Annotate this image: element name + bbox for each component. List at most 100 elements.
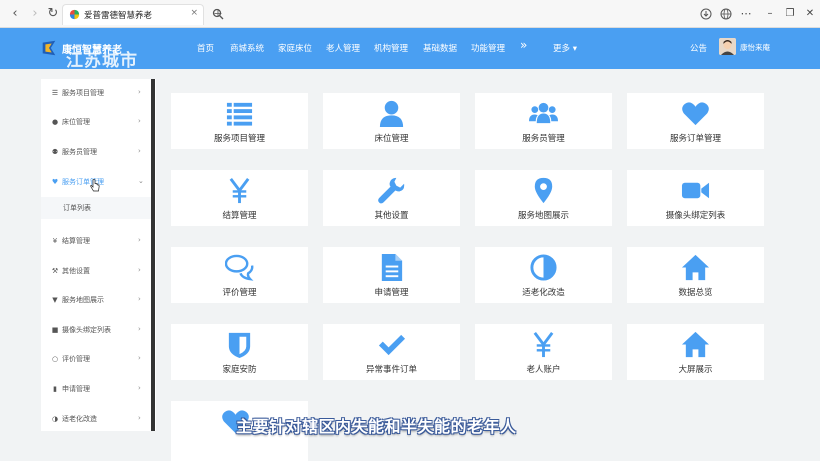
watermark-text: 江苏城市 bbox=[66, 51, 138, 71]
sidebar-item-label: 服务地图展示 bbox=[62, 296, 104, 304]
nav-function[interactable]: 功能管理 bbox=[471, 42, 505, 54]
sidebar-item-label: 摄像头绑定列表 bbox=[62, 326, 111, 334]
tile-data-overview[interactable]: 数据总览 bbox=[627, 247, 764, 303]
sidebar-item-label: 评价管理 bbox=[62, 355, 90, 363]
username[interactable]: 康怡来庵 bbox=[740, 42, 770, 53]
browser-tab[interactable]: 爱普雷德智慧养老 × bbox=[62, 4, 204, 25]
tile-big-screen[interactable]: 大屏展示 bbox=[627, 324, 764, 380]
sidebar: ☰ 服务项目管理 › ● 床位管理 › ⚉ 服务员管理 › ♥ 服务订单管理 ⌄… bbox=[41, 79, 156, 431]
tile-camera[interactable]: 摄像头绑定列表 bbox=[627, 170, 764, 226]
video-camera-icon bbox=[681, 182, 710, 199]
tile-application[interactable]: 申请管理 bbox=[323, 247, 460, 303]
home-icon bbox=[681, 331, 710, 358]
nav-base-data[interactable]: 基础数据 bbox=[423, 42, 457, 54]
notice-link[interactable]: 公告 bbox=[690, 42, 707, 54]
sidebar-item-label: 其他设置 bbox=[62, 267, 90, 275]
sidebar-item-camera[interactable]: ■ 摄像头绑定列表 › bbox=[41, 316, 151, 345]
sidebar-item-label: 结算管理 bbox=[62, 237, 90, 245]
forward-icon[interactable]: › bbox=[26, 5, 44, 23]
tile-label: 大屏展示 bbox=[678, 365, 713, 375]
browser-toolbar: ‹ › ↻ 爱普雷德智慧养老 × + ⋯ – ❐ ✕ bbox=[0, 0, 820, 28]
tile-aging-renovation[interactable]: 适老化改造 bbox=[475, 247, 612, 303]
sidebar-item-application[interactable]: ▮ 申请管理 › bbox=[41, 375, 151, 404]
tile-staff[interactable]: 服务员管理 bbox=[475, 93, 612, 149]
video-caption: 主要针对辖区内失能和半失能的老年人 bbox=[236, 417, 517, 436]
tab-title: 爱普雷德智慧养老 bbox=[84, 11, 153, 21]
download-icon[interactable] bbox=[698, 6, 714, 22]
search-icon[interactable] bbox=[212, 8, 224, 20]
tile-elder-account[interactable]: 老人账户 bbox=[475, 324, 612, 380]
nav-elder[interactable]: 老人管理 bbox=[326, 42, 360, 54]
sidebar-item-review[interactable]: ○ 评价管理 › bbox=[41, 345, 151, 374]
tile-label: 摄像头绑定列表 bbox=[665, 211, 726, 221]
hand-cursor-icon bbox=[90, 179, 100, 192]
tile-orders[interactable]: 服务订单管理 bbox=[627, 93, 764, 149]
tile-label: 床位管理 bbox=[374, 134, 409, 144]
tile-label: 数据总览 bbox=[678, 288, 713, 298]
nav-family-bed[interactable]: 家庭床位 bbox=[278, 42, 312, 54]
minimize-icon[interactable]: – bbox=[762, 6, 778, 22]
sidebar-item-service-map[interactable]: ▼ 服务地图展示 › bbox=[41, 286, 151, 315]
tile-label: 评价管理 bbox=[222, 288, 257, 298]
tile-label: 异常事件订单 bbox=[365, 365, 417, 375]
reload-icon[interactable]: ↻ bbox=[44, 5, 62, 23]
chevron-right-icon: › bbox=[138, 147, 141, 155]
tab-close-icon[interactable]: × bbox=[190, 8, 198, 18]
chevron-right-icon: › bbox=[138, 354, 141, 362]
chevron-right-icon: › bbox=[138, 88, 141, 96]
document-icon: ▮ bbox=[53, 385, 57, 393]
tile-label: 结算管理 bbox=[222, 211, 257, 221]
sidebar-subitem-order-list[interactable]: 订单列表 bbox=[41, 197, 151, 219]
check-icon bbox=[378, 334, 406, 356]
back-icon[interactable]: ‹ bbox=[6, 5, 24, 23]
tile-service-map[interactable]: 服务地图展示 bbox=[475, 170, 612, 226]
tile-service-items[interactable]: 服务项目管理 bbox=[171, 93, 308, 149]
sidebar-item-other-settings[interactable]: ⚒ 其他设置 › bbox=[41, 257, 151, 286]
nav-home[interactable]: 首页 bbox=[197, 42, 214, 54]
heart-icon bbox=[682, 102, 709, 126]
sidebar-item-settlement[interactable]: ¥ 结算管理 › bbox=[41, 227, 151, 256]
avatar[interactable] bbox=[719, 38, 736, 55]
tile-abnormal-orders[interactable]: 异常事件订单 bbox=[323, 324, 460, 380]
double-chevron-right-icon[interactable]: » bbox=[520, 38, 527, 52]
logo-icon bbox=[42, 40, 56, 56]
group-icon: ⚉ bbox=[51, 148, 59, 156]
tile-label: 服务员管理 bbox=[522, 134, 565, 144]
tile-settlement[interactable]: 结算管理 bbox=[171, 170, 308, 226]
wrench-icon: ⚒ bbox=[51, 267, 59, 275]
tile-home-security[interactable]: 家庭安防 bbox=[171, 324, 308, 380]
wrench-icon bbox=[378, 177, 405, 204]
list-icon bbox=[226, 102, 253, 126]
globe-icon[interactable] bbox=[718, 6, 734, 22]
comment-icon: ○ bbox=[51, 355, 59, 363]
map-pin-icon bbox=[534, 177, 553, 204]
sidebar-item-staff[interactable]: ⚉ 服务员管理 › bbox=[41, 138, 151, 167]
yen-icon bbox=[533, 332, 554, 358]
app-header: 康恒智慧养老 江苏城市 首页 商城系统 家庭床位 老人管理 机构管理 基础数据 … bbox=[0, 28, 820, 71]
sidebar-item-label: 服务员管理 bbox=[62, 148, 97, 156]
chevron-right-icon: › bbox=[138, 384, 141, 392]
menu-icon[interactable]: ⋯ bbox=[738, 6, 754, 22]
shield-icon bbox=[228, 332, 251, 359]
comment-icon bbox=[225, 254, 254, 281]
tile-review[interactable]: 评价管理 bbox=[171, 247, 308, 303]
nav-institution[interactable]: 机构管理 bbox=[374, 42, 408, 54]
sidebar-item-label: 适老化改造 bbox=[62, 415, 97, 423]
sidebar-subitem-label: 订单列表 bbox=[63, 204, 91, 212]
chevron-right-icon: › bbox=[138, 295, 141, 303]
nav-more[interactable]: 更多 ▾ bbox=[553, 42, 577, 54]
tile-label: 适老化改造 bbox=[522, 288, 565, 298]
map-pin-icon: ▼ bbox=[52, 296, 58, 304]
chevron-right-icon: › bbox=[138, 236, 141, 244]
sidebar-scrollbar[interactable] bbox=[151, 79, 155, 431]
tile-other-settings[interactable]: 其他设置 bbox=[323, 170, 460, 226]
nav-mall[interactable]: 商城系统 bbox=[230, 42, 264, 54]
sidebar-item-service-items[interactable]: ☰ 服务项目管理 › bbox=[41, 79, 151, 108]
favicon-icon bbox=[69, 9, 80, 20]
sidebar-item-beds[interactable]: ● 床位管理 › bbox=[41, 108, 151, 137]
sidebar-item-aging-renovation[interactable]: ◑ 适老化改造 › bbox=[41, 405, 151, 434]
window-close-icon[interactable]: ✕ bbox=[802, 6, 818, 22]
tile-label: 老人账户 bbox=[526, 365, 561, 375]
restore-icon[interactable]: ❐ bbox=[782, 6, 798, 22]
tile-beds[interactable]: 床位管理 bbox=[323, 93, 460, 149]
